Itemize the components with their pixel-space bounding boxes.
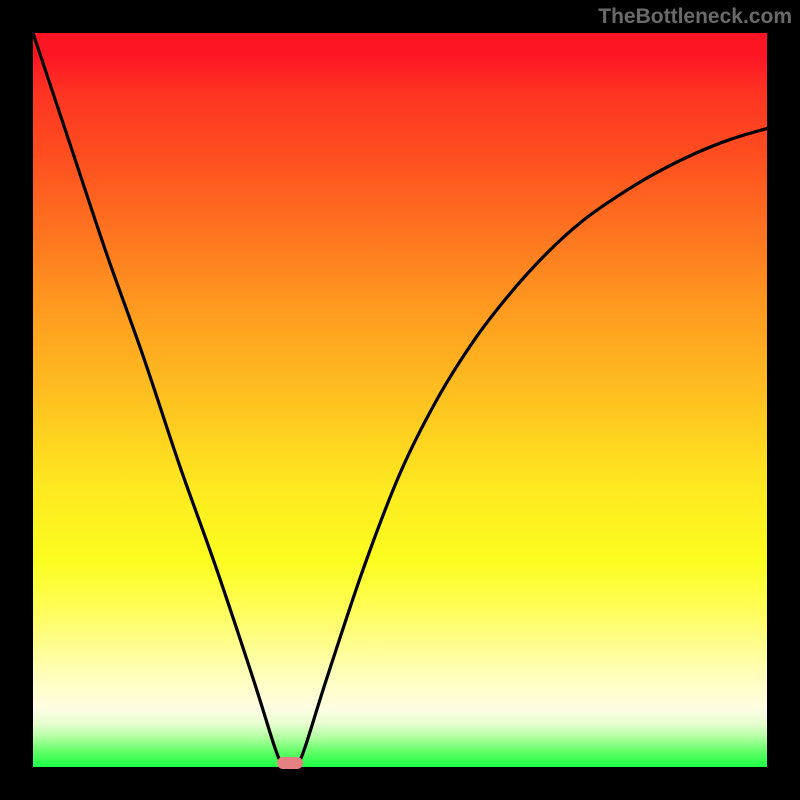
watermark-text: TheBottleneck.com — [598, 5, 792, 29]
plot-area — [33, 33, 767, 767]
minimum-marker — [277, 757, 303, 769]
bottleneck-curve — [33, 33, 767, 767]
chart-frame: TheBottleneck.com — [0, 0, 800, 800]
